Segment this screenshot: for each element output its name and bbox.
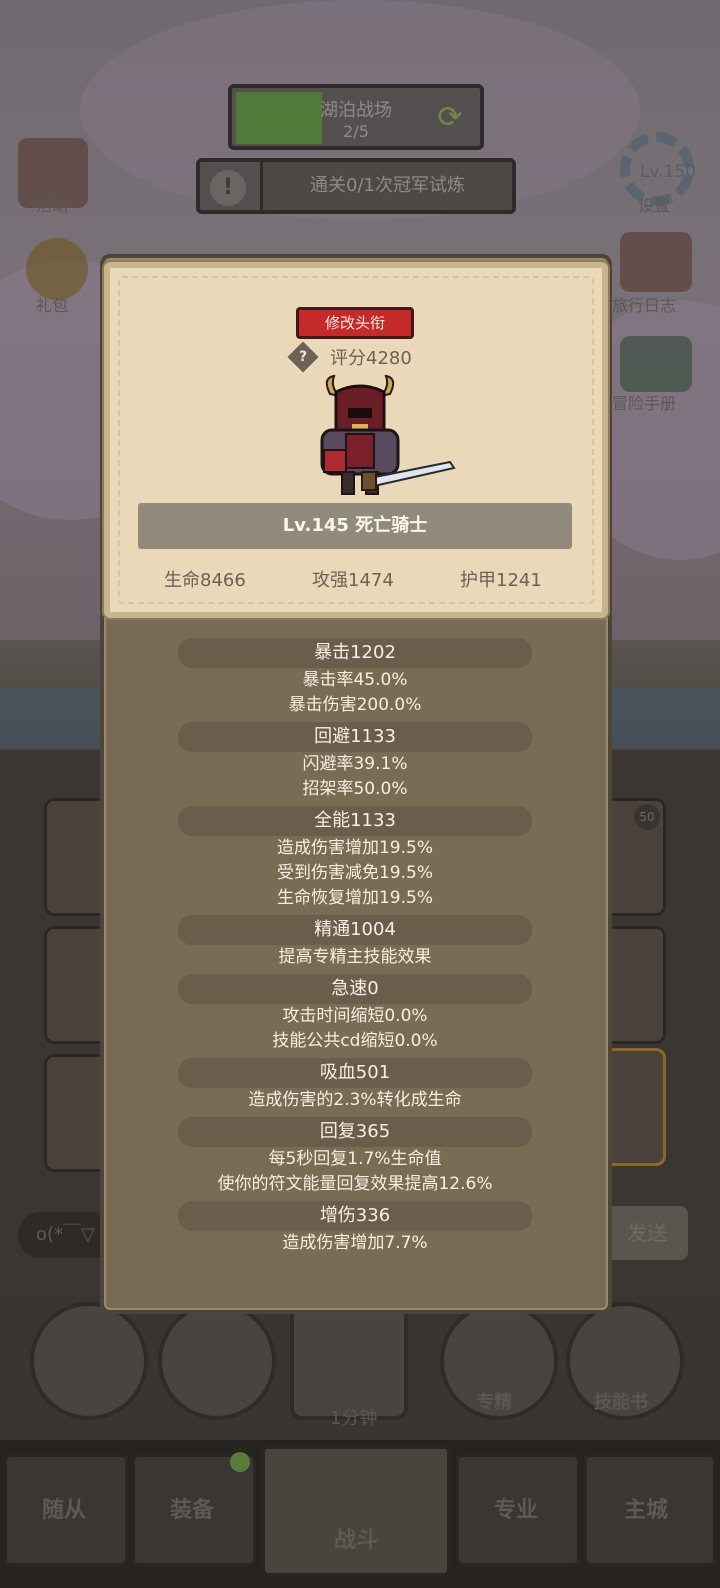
gift-label: 礼包 bbox=[36, 296, 69, 315]
stat-line: 生命恢复增加19.5% bbox=[276, 888, 433, 908]
change-title-button[interactable]: 修改头衔 bbox=[296, 307, 414, 339]
bread-button[interactable] bbox=[158, 1302, 276, 1420]
tab-battle[interactable] bbox=[262, 1446, 450, 1576]
level-text: Lv.150 bbox=[640, 162, 697, 182]
stat-line: 暴击率45.0% bbox=[302, 670, 408, 690]
specialization-label: 专精 bbox=[476, 1392, 512, 1413]
stat-header-damage-boost: 增伤336 bbox=[178, 1201, 532, 1231]
tab-equipment-label: 装备 bbox=[170, 1498, 215, 1523]
stat-header-versatility: 全能1133 bbox=[178, 806, 532, 836]
character-name: Lv.145 死亡骑士 bbox=[138, 503, 572, 549]
journal-icon[interactable] bbox=[620, 232, 692, 292]
stats-list: 暴击1202 暴击率45.0% 暴击伤害200.0% 回避1133 闪避率39.… bbox=[178, 638, 532, 1256]
stat-header-regen: 回复365 bbox=[178, 1117, 532, 1147]
handbook-label: 冒险手册 bbox=[612, 394, 677, 413]
stat-line: 攻击时间缩短0.0% bbox=[282, 1006, 428, 1026]
stat-line: 受到伤害减免19.5% bbox=[276, 863, 433, 883]
stat-line: 造成伤害增加19.5% bbox=[276, 838, 433, 858]
badge-count: 50 bbox=[634, 804, 660, 830]
score-text: 评分4280 bbox=[330, 348, 412, 369]
hp-stat: 生命8466 bbox=[164, 570, 246, 591]
refresh-icon[interactable]: ⟳ bbox=[432, 100, 468, 136]
stat-line: 暴击伤害200.0% bbox=[288, 695, 422, 715]
stat-line: 造成伤害的2.3%转化成生命 bbox=[248, 1090, 462, 1110]
journal-label: 旅行日志 bbox=[612, 296, 677, 315]
stat-line: 技能公共cd缩短0.0% bbox=[272, 1031, 438, 1051]
gift-icon[interactable] bbox=[26, 238, 88, 300]
settings-label: 设置 bbox=[638, 196, 671, 215]
death-knight-avatar bbox=[320, 374, 456, 495]
chest-button[interactable] bbox=[290, 1302, 408, 1420]
send-button[interactable]: 发送 bbox=[606, 1206, 688, 1260]
tab-profession-label: 专业 bbox=[494, 1498, 539, 1523]
score-row: ? 评分4280 bbox=[287, 341, 412, 373]
help-icon[interactable]: ? bbox=[287, 341, 319, 373]
stat-line: 招架率50.0% bbox=[302, 779, 408, 799]
tab-battle-label: 战斗 bbox=[334, 1528, 379, 1553]
armor-stat: 护甲1241 bbox=[460, 570, 542, 591]
skill-book-label: 技能书 bbox=[594, 1392, 648, 1413]
stage-box[interactable]: 湖泊战场 2/5 ⟳ bbox=[228, 84, 484, 150]
tab-followers-label: 随从 bbox=[42, 1498, 87, 1523]
attack-stat: 攻强1474 bbox=[312, 570, 394, 591]
trial-text: 通关0/1次冠军试炼 bbox=[260, 162, 512, 210]
stat-header-haste: 急速0 bbox=[178, 974, 532, 1004]
alert-icon: ! bbox=[210, 170, 246, 206]
stat-line: 使你的符文能量回复效果提高12.6% bbox=[217, 1174, 493, 1194]
stat-header-leech: 吸血501 bbox=[178, 1058, 532, 1088]
stat-line: 提高专精主技能效果 bbox=[278, 947, 432, 967]
potion-button[interactable] bbox=[30, 1302, 148, 1420]
trial-box[interactable]: ! 通关0/1次冠军试炼 bbox=[196, 158, 516, 214]
stat-line: 造成伤害增加7.7% bbox=[282, 1233, 428, 1253]
chest-timer: 1分钟 bbox=[330, 1408, 378, 1429]
notification-dot bbox=[230, 1452, 250, 1472]
stat-header-evasion: 回避1133 bbox=[178, 722, 532, 752]
event-label: 活动 bbox=[36, 196, 69, 215]
stat-line: 每5秒回复1.7%生命值 bbox=[268, 1149, 442, 1169]
stat-header-crit: 暴击1202 bbox=[178, 638, 532, 668]
stat-header-mastery: 精通1004 bbox=[178, 915, 532, 945]
stat-line: 闪避率39.1% bbox=[302, 754, 408, 774]
handbook-icon[interactable] bbox=[620, 336, 692, 392]
tab-city-label: 主城 bbox=[624, 1498, 669, 1523]
